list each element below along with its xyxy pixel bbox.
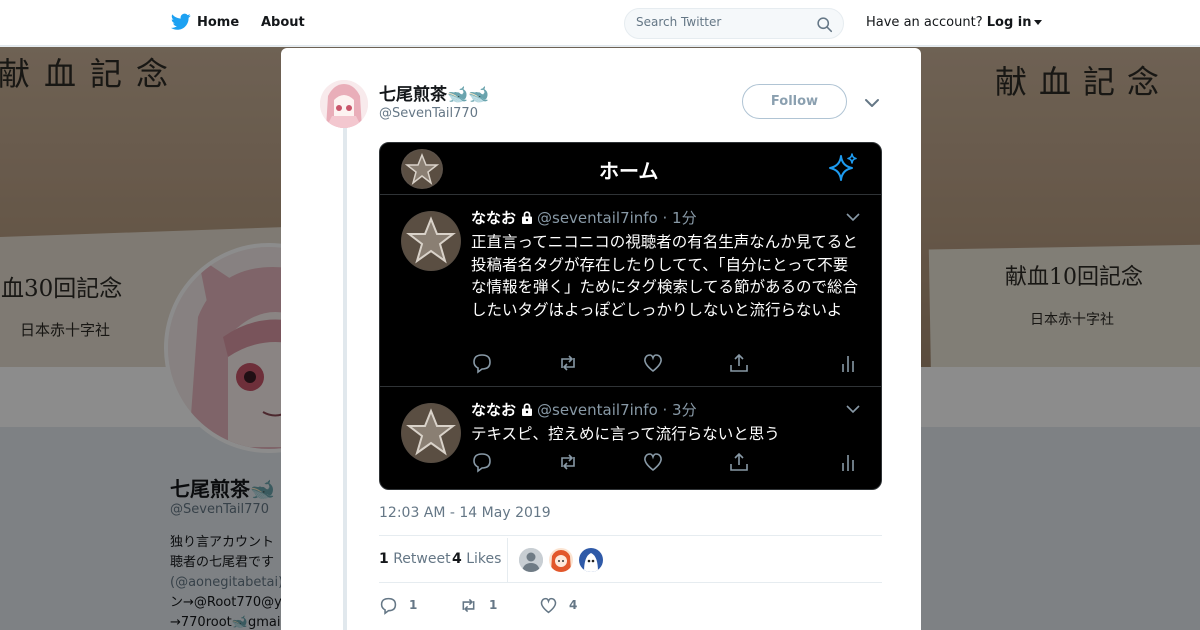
like-button[interactable]: 4 (539, 594, 577, 616)
star-avatar-icon (402, 212, 460, 270)
nav-about-link[interactable]: About (261, 15, 305, 30)
retweet-icon (561, 355, 575, 371)
search-input[interactable] (636, 15, 811, 29)
media-tweet-avatar (401, 403, 461, 463)
retweet-count: 1 (489, 598, 498, 612)
media-tweet-header: ななお @seventail7info · 1分 (471, 207, 697, 228)
sparkle-icon (829, 153, 857, 181)
likes-stat[interactable]: 4 Likes (452, 551, 501, 567)
share-icon (730, 452, 748, 471)
likes-stat-count: 4 (452, 551, 462, 567)
share-icon (730, 353, 748, 372)
lock-icon (522, 403, 533, 416)
tweet-media-image[interactable]: ホーム ななお @seventail7info · 1分 正直言ってニコニコの視聴… (379, 142, 882, 490)
media-tweet-meta: @seventail7info · 1分 (537, 209, 697, 227)
retweet-stat-label: Retweet (393, 551, 451, 567)
media-tweet-name: ななお (471, 209, 517, 227)
login-link[interactable]: Log in (987, 15, 1032, 30)
author-avatar-illustration (320, 80, 368, 128)
chevron-down-icon (846, 405, 860, 414)
media-header-title: ホーム (599, 159, 659, 183)
chevron-down-icon (846, 213, 860, 222)
star-avatar-icon (403, 150, 441, 188)
twitter-bird-icon[interactable] (171, 13, 191, 31)
author-handle[interactable]: @SevenTail770 (379, 106, 478, 121)
media-tweet-name: ななお (471, 401, 517, 419)
tweet-action-bar: 1 1 4 (379, 594, 882, 616)
tweet-stats: 1 Retweet 4 Likes (379, 535, 882, 583)
analytics-icon (842, 455, 854, 471)
liker-avatar-illustration (579, 548, 603, 572)
tweet-timestamp[interactable]: 12:03 AM - 14 May 2019 (379, 505, 551, 521)
chevron-down-icon[interactable] (864, 97, 880, 109)
heart-icon (540, 597, 557, 613)
retweet-icon (561, 454, 575, 470)
media-tweet-text: テキスピ、控えめに言って流行らないと思う (471, 425, 780, 443)
search-icon[interactable] (816, 16, 833, 33)
heart-icon (644, 354, 662, 373)
media-header-avatar (401, 149, 443, 189)
retweet-icon (462, 598, 475, 612)
liker-avatar[interactable] (549, 548, 573, 572)
media-tweet-header: ななお @seventail7info · 3分 (471, 399, 697, 420)
stats-divider (507, 538, 508, 582)
reply-icon (380, 597, 397, 615)
author-name[interactable]: 七尾煎茶🐋🐋 (379, 80, 489, 105)
account-area: Have an account? Log in (866, 15, 1042, 30)
retweet-button[interactable]: 1 (459, 594, 497, 616)
analytics-icon (842, 356, 854, 372)
lock-icon (522, 211, 533, 224)
chevron-down-icon[interactable] (1033, 20, 1042, 25)
media-tweet-actions (471, 451, 861, 473)
retweet-stat[interactable]: 1 Retweet (379, 551, 451, 567)
media-tweet: ななお @seventail7info · 3分 テキスピ、控えめに言って流行らな… (380, 387, 881, 489)
liker-avatar[interactable] (519, 548, 543, 572)
reply-icon (473, 354, 491, 374)
reply-count: 1 (409, 598, 418, 612)
media-tweet-meta: @seventail7info · 3分 (537, 401, 697, 419)
media-header: ホーム (380, 143, 881, 195)
likes-stat-label: Likes (466, 551, 502, 567)
nav-home-link[interactable]: Home (197, 15, 239, 30)
liker-avatar[interactable] (579, 548, 603, 572)
media-tweet-avatar (401, 211, 461, 271)
thread-line (343, 128, 347, 630)
media-tweet-text: 正直言ってニコニコの視聴者の有名生声なんか見てると投稿者名タグが存在したりしてて… (471, 233, 859, 319)
reply-icon (473, 453, 491, 473)
close-icon[interactable] (1155, 13, 1177, 35)
account-prompt: Have an account? (866, 15, 983, 30)
heart-icon (644, 453, 662, 472)
retweet-stat-count: 1 (379, 551, 389, 567)
like-count: 4 (569, 598, 578, 612)
reply-button[interactable]: 1 (379, 594, 417, 616)
media-tweet: ななお @seventail7info · 1分 正直言ってニコニコの視聴者の有名… (380, 195, 881, 387)
default-user-icon (519, 548, 543, 572)
tweet-modal: 七尾煎茶🐋🐋 @SevenTail770 Follow ホーム ななお @sev… (281, 48, 921, 630)
star-avatar-icon (402, 404, 460, 462)
top-nav: Home About Have an account? Log in (0, 0, 1200, 46)
search-box[interactable] (624, 8, 844, 39)
author-avatar[interactable] (320, 80, 368, 128)
follow-button[interactable]: Follow (742, 84, 847, 119)
liker-avatar-illustration (549, 548, 573, 572)
media-tweet-actions (471, 352, 861, 374)
